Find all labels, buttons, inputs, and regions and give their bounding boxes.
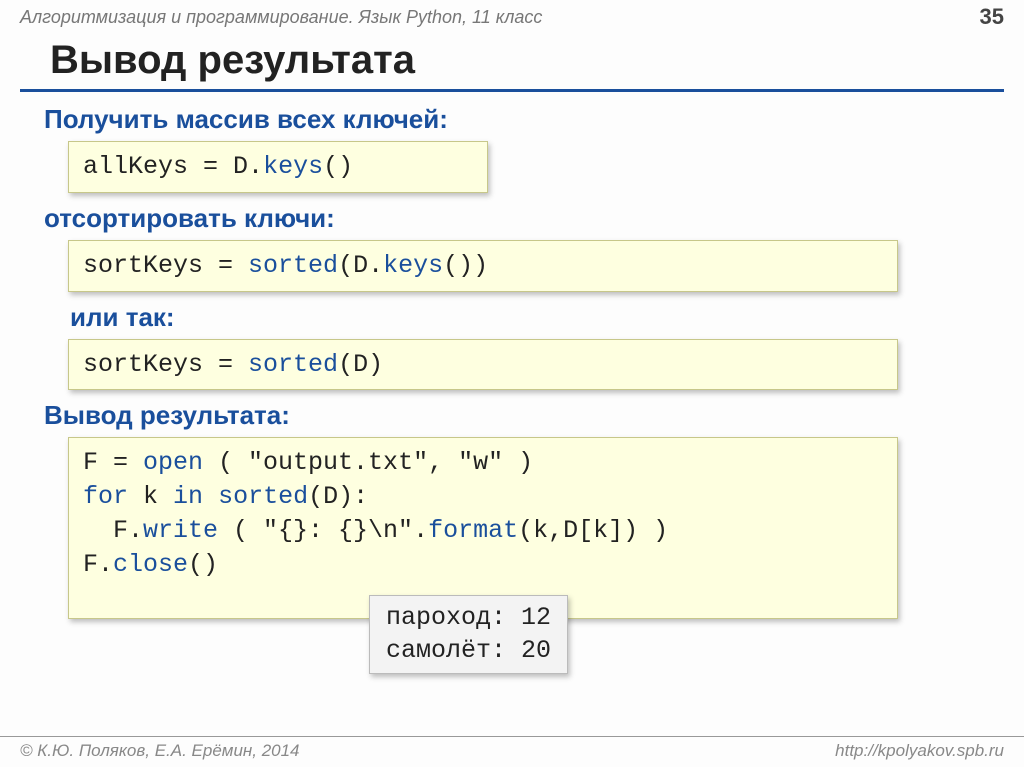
code-text: F. [83, 550, 113, 579]
code-text: F = [83, 448, 143, 477]
code-text: (k,D[k]) ) [518, 516, 668, 545]
code-text: k [128, 482, 173, 511]
code-line: F.write ( "{}: {}\n".format(k,D[k]) ) [83, 514, 883, 548]
code-text: sortKeys [83, 251, 203, 280]
output-box: пароход: 12 самолёт: 20 [369, 595, 568, 674]
label-output-result: Вывод результата: [44, 400, 984, 431]
code-text: ( "output.txt", "w" ) [203, 448, 533, 477]
code-text: = [203, 251, 248, 280]
footer-url: http://kpolyakov.spb.ru [835, 741, 1004, 761]
code-func: sorted [248, 350, 338, 379]
code-line: F.close() [83, 548, 883, 582]
code-box-sortkeys: sortKeys = sorted(D.keys()) [68, 240, 898, 292]
code-method: keys [383, 251, 443, 280]
code-text: (D. [338, 251, 383, 280]
copyright: © К.Ю. Поляков, Е.А. Ерёмин, 2014 [20, 741, 300, 761]
code-kw: for [83, 482, 128, 511]
code-method: close [113, 550, 188, 579]
code-text: (D): [308, 482, 368, 511]
slide-title: Вывод результата [20, 32, 1004, 92]
code-text: (D) [338, 350, 383, 379]
code-func: sorted [218, 482, 308, 511]
code-text: ()) [443, 251, 488, 280]
code-text: = [188, 152, 233, 181]
page-number: 35 [980, 4, 1004, 30]
code-line: for k in sorted(D): [83, 480, 883, 514]
label-or-so: или так: [70, 302, 984, 333]
code-box-output: F = open ( "output.txt", "w" ) for k in … [68, 437, 898, 619]
code-line: F = open ( "output.txt", "w" ) [83, 446, 883, 480]
code-text: () [323, 152, 353, 181]
code-text: allKeys [83, 152, 188, 181]
code-text: ( "{}: {}\n". [218, 516, 428, 545]
code-text [203, 482, 218, 511]
code-text: sortKeys [83, 350, 203, 379]
footer-bar: © К.Ю. Поляков, Е.А. Ерёмин, 2014 http:/… [0, 736, 1024, 767]
code-box-sortkeys-short: sortKeys = sorted(D) [68, 339, 898, 391]
code-text: () [188, 550, 218, 579]
code-func: open [143, 448, 203, 477]
code-method: write [143, 516, 218, 545]
header-bar: Алгоритмизация и программирование. Язык … [0, 0, 1024, 32]
course-label: Алгоритмизация и программирование. Язык … [20, 7, 542, 28]
code-kw: in [173, 482, 203, 511]
label-get-keys: Получить массив всех ключей: [44, 104, 984, 135]
code-text: F. [83, 516, 143, 545]
code-method: keys [263, 152, 323, 181]
code-method: format [428, 516, 518, 545]
code-text: D. [233, 152, 263, 181]
code-text: = [203, 350, 248, 379]
label-sort-keys: отсортировать ключи: [44, 203, 984, 234]
slide-content: Получить массив всех ключей: allKeys = D… [0, 104, 1024, 619]
code-box-allkeys: allKeys = D.keys() [68, 141, 488, 193]
code-func: sorted [248, 251, 338, 280]
